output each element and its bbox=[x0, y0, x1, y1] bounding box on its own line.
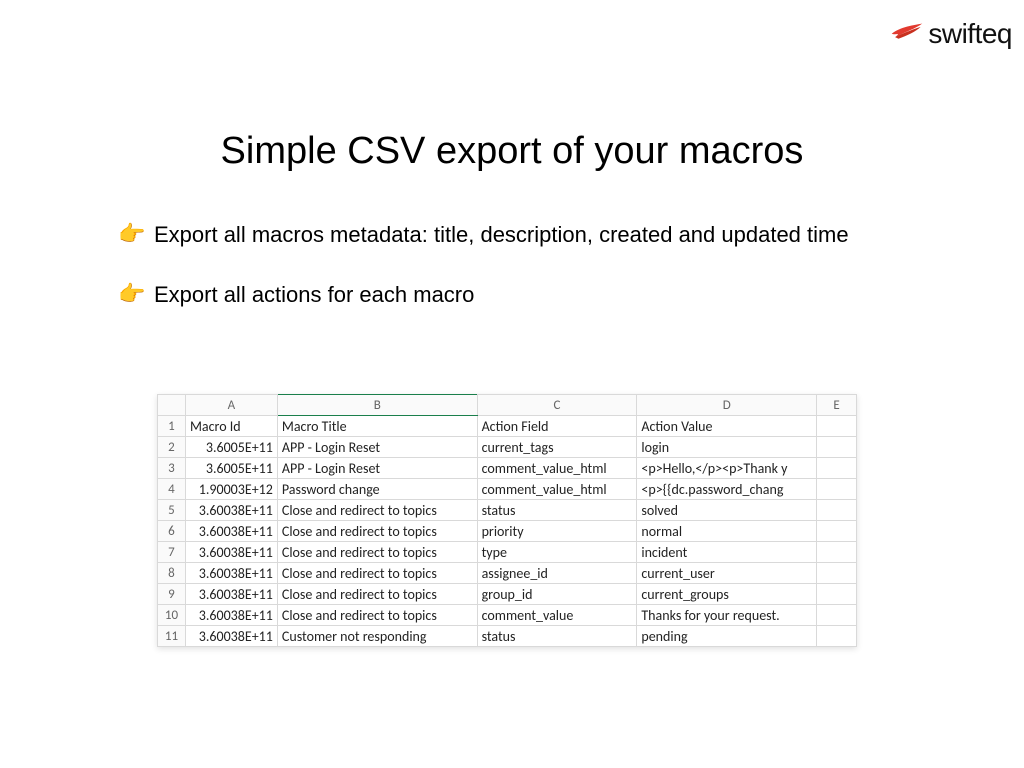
cell: APP - Login Reset bbox=[277, 437, 477, 458]
bullet-list: 👉 Export all macros metadata: title, des… bbox=[118, 220, 904, 340]
table-row: 4 1.90003E+12 Password change comment_va… bbox=[158, 479, 857, 500]
row-number: 7 bbox=[158, 542, 186, 563]
cell: current_user bbox=[637, 563, 817, 584]
table-row: 7 3.60038E+11 Close and redirect to topi… bbox=[158, 542, 857, 563]
row-number: 1 bbox=[158, 416, 186, 437]
cell: 3.60038E+11 bbox=[185, 500, 277, 521]
cell bbox=[817, 521, 857, 542]
cell: 3.6005E+11 bbox=[185, 437, 277, 458]
bullet-text: Export all macros metadata: title, descr… bbox=[154, 220, 849, 250]
pointing-hand-icon: 👉 bbox=[118, 280, 144, 308]
pointing-hand-icon: 👉 bbox=[118, 220, 144, 248]
cell: comment_value_html bbox=[477, 458, 637, 479]
cell: Password change bbox=[277, 479, 477, 500]
cell: current_tags bbox=[477, 437, 637, 458]
table-row: 3 3.6005E+11 APP - Login Reset comment_v… bbox=[158, 458, 857, 479]
cell: 3.60038E+11 bbox=[185, 605, 277, 626]
cell: 3.60038E+11 bbox=[185, 563, 277, 584]
row-number: 5 bbox=[158, 500, 186, 521]
table-row: 8 3.60038E+11 Close and redirect to topi… bbox=[158, 563, 857, 584]
bullet-text: Export all actions for each macro bbox=[154, 280, 474, 310]
cell: APP - Login Reset bbox=[277, 458, 477, 479]
cell: status bbox=[477, 500, 637, 521]
row-number: 2 bbox=[158, 437, 186, 458]
cell: status bbox=[477, 626, 637, 647]
column-header: B bbox=[277, 395, 477, 416]
cell: Close and redirect to topics bbox=[277, 584, 477, 605]
cell: Close and redirect to topics bbox=[277, 605, 477, 626]
cell: 1.90003E+12 bbox=[185, 479, 277, 500]
row-number: 4 bbox=[158, 479, 186, 500]
cell: 3.6005E+11 bbox=[185, 458, 277, 479]
cell: Close and redirect to topics bbox=[277, 542, 477, 563]
cell: 3.60038E+11 bbox=[185, 626, 277, 647]
cell: current_groups bbox=[637, 584, 817, 605]
cell: solved bbox=[637, 500, 817, 521]
cell bbox=[817, 437, 857, 458]
cell: comment_value_html bbox=[477, 479, 637, 500]
cell: 3.60038E+11 bbox=[185, 542, 277, 563]
column-header: D bbox=[637, 395, 817, 416]
spreadsheet-preview: A B C D E 1 Macro Id Macro Title Action … bbox=[157, 394, 857, 647]
page-title: Simple CSV export of your macros bbox=[0, 130, 1024, 173]
column-header-row: A B C D E bbox=[158, 395, 857, 416]
cell: assignee_id bbox=[477, 563, 637, 584]
row-number: 3 bbox=[158, 458, 186, 479]
cell: Customer not responding bbox=[277, 626, 477, 647]
cell: 3.60038E+11 bbox=[185, 521, 277, 542]
cell bbox=[817, 416, 857, 437]
column-header: E bbox=[817, 395, 857, 416]
table-row: 2 3.6005E+11 APP - Login Reset current_t… bbox=[158, 437, 857, 458]
cell: type bbox=[477, 542, 637, 563]
swoosh-icon bbox=[890, 20, 924, 49]
cell: 3.60038E+11 bbox=[185, 584, 277, 605]
cell bbox=[817, 626, 857, 647]
cell: group_id bbox=[477, 584, 637, 605]
cell bbox=[817, 479, 857, 500]
cell: Action Field bbox=[477, 416, 637, 437]
cell: incident bbox=[637, 542, 817, 563]
brand-logo: swifteq bbox=[890, 18, 1012, 50]
brand-name: swifteq bbox=[928, 18, 1012, 50]
cell: Action Value bbox=[637, 416, 817, 437]
cell: normal bbox=[637, 521, 817, 542]
bullet-item: 👉 Export all macros metadata: title, des… bbox=[118, 220, 904, 250]
table-row: 11 3.60038E+11 Customer not responding s… bbox=[158, 626, 857, 647]
select-all-corner bbox=[158, 395, 186, 416]
column-header: C bbox=[477, 395, 637, 416]
table-row: 1 Macro Id Macro Title Action Field Acti… bbox=[158, 416, 857, 437]
cell: Close and redirect to topics bbox=[277, 563, 477, 584]
cell: Close and redirect to topics bbox=[277, 500, 477, 521]
cell: <p>Hello,</p><p>Thank y bbox=[637, 458, 817, 479]
cell bbox=[817, 500, 857, 521]
row-number: 10 bbox=[158, 605, 186, 626]
cell: login bbox=[637, 437, 817, 458]
cell bbox=[817, 563, 857, 584]
row-number: 9 bbox=[158, 584, 186, 605]
cell bbox=[817, 605, 857, 626]
cell bbox=[817, 542, 857, 563]
cell: Thanks for your request. bbox=[637, 605, 817, 626]
cell: Close and redirect to topics bbox=[277, 521, 477, 542]
cell: comment_value bbox=[477, 605, 637, 626]
cell bbox=[817, 584, 857, 605]
cell: <p>{{dc.password_chang bbox=[637, 479, 817, 500]
cell: pending bbox=[637, 626, 817, 647]
bullet-item: 👉 Export all actions for each macro bbox=[118, 280, 904, 310]
cell bbox=[817, 458, 857, 479]
table-row: 9 3.60038E+11 Close and redirect to topi… bbox=[158, 584, 857, 605]
column-header: A bbox=[185, 395, 277, 416]
table-row: 10 3.60038E+11 Close and redirect to top… bbox=[158, 605, 857, 626]
table-row: 5 3.60038E+11 Close and redirect to topi… bbox=[158, 500, 857, 521]
table-row: 6 3.60038E+11 Close and redirect to topi… bbox=[158, 521, 857, 542]
row-number: 8 bbox=[158, 563, 186, 584]
cell: Macro Id bbox=[185, 416, 277, 437]
cell: priority bbox=[477, 521, 637, 542]
row-number: 6 bbox=[158, 521, 186, 542]
cell: Macro Title bbox=[277, 416, 477, 437]
row-number: 11 bbox=[158, 626, 186, 647]
